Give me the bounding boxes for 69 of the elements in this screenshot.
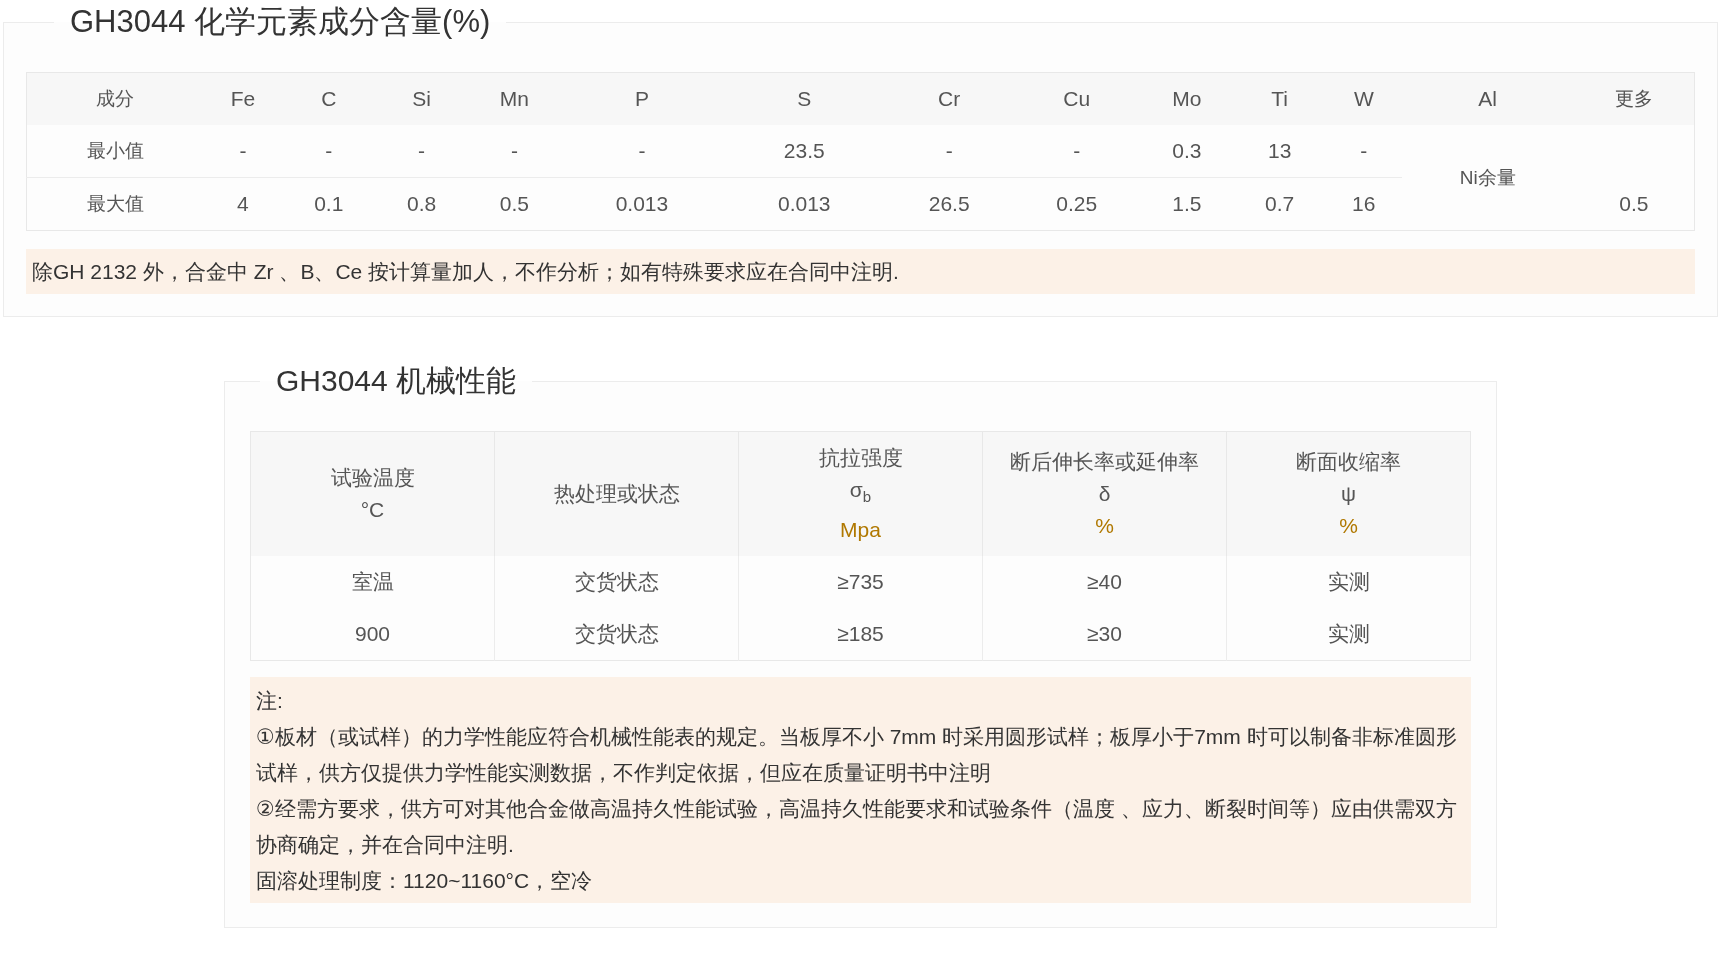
table-cell: - xyxy=(468,125,561,178)
symbol-label: ψ xyxy=(1341,481,1356,507)
column-header: Fe xyxy=(203,72,283,125)
note-text: ①板材（或试样）的力学性能应符合机械性能表的规定。当板厚不小 7mm 时采用圆形试样；板厚小于7mm 时可以制备非标准圆形试样，供方仅提供力学性能实测数据，不作判定依据，但应在质量证明书中注明 xyxy=(256,724,1458,786)
column-header: S xyxy=(723,72,886,125)
table-cell: - xyxy=(885,125,1013,178)
table-cell: 0.1 xyxy=(282,177,376,231)
column-header: 断面收缩率 xyxy=(1296,449,1401,475)
table-cell: ≥185 xyxy=(738,608,983,661)
column-header: 试验温度 xyxy=(330,465,415,491)
row-label: 最大值 xyxy=(26,177,204,231)
table-cell: - xyxy=(1326,125,1402,178)
unit-label: % xyxy=(1339,513,1358,539)
table-cell: 23.5 xyxy=(723,125,886,178)
table-cell: 交货状态 xyxy=(494,608,739,661)
column-header: 成分 xyxy=(26,72,204,125)
column-header: 抗拉强度 xyxy=(818,445,903,472)
table-cell: 0.3 xyxy=(1140,125,1234,178)
note-text: 除GH 2132 外，合金中 Zr 、B、Ce 按计算量加人，不作分析；如有特殊要求应在合同中注明. xyxy=(26,249,1695,294)
table-cell: - xyxy=(375,125,468,178)
table-cell: - xyxy=(1012,125,1141,178)
table-cell: 1.5 xyxy=(1140,177,1234,231)
table-cell: 0.5 xyxy=(1573,177,1695,231)
section-title: GH3044 机械性能 xyxy=(275,363,518,399)
column-header: C xyxy=(282,72,376,125)
table-cell: 13 xyxy=(1233,125,1327,178)
column-header: Mo xyxy=(1140,72,1234,125)
table-cell: - xyxy=(282,125,376,178)
table-cell: 0.8 xyxy=(375,177,468,231)
table-cell: 16 xyxy=(1326,177,1402,231)
table-cell: 26.5 xyxy=(885,177,1013,231)
table-cell: 4 xyxy=(203,177,283,231)
column-header: Mn xyxy=(468,72,561,125)
table-cell: 室温 xyxy=(250,556,495,608)
column-header: 断后伸长率或延伸率 xyxy=(1010,449,1199,475)
symbol-label: δ xyxy=(1098,481,1111,507)
table-cell: ≥735 xyxy=(738,556,983,608)
column-header: Cu xyxy=(1012,72,1141,125)
table-cell: 实测 xyxy=(1226,556,1471,608)
table-cell: ≥40 xyxy=(982,556,1227,608)
section-title: GH3044 化学元素成分含量(%) xyxy=(69,3,492,41)
table-cell: 900 xyxy=(250,608,495,661)
table-cell: 0.013 xyxy=(723,177,886,231)
row-label: 最小值 xyxy=(26,125,204,178)
table-cell: - xyxy=(560,125,724,178)
column-header: W xyxy=(1326,72,1402,125)
column-header: 热处理或状态 xyxy=(553,481,680,507)
table-cell: ≥30 xyxy=(982,608,1227,661)
column-header: 更多 xyxy=(1573,72,1695,125)
column-header: Si xyxy=(375,72,468,125)
symbol-label: σ$_{b}$ xyxy=(849,477,872,508)
column-header: Al xyxy=(1401,72,1574,125)
table-cell: 0.013 xyxy=(560,177,724,231)
symbol-label: °C xyxy=(360,497,385,523)
note-text: ②经需方要求，供方可对其他合金做高温持久性能试验，高温持久性能要求和试验条件（温度 、应力、断裂时间等）应由供需双方协商确定，并在合同中注明. xyxy=(256,796,1458,858)
unit-label: Mpa xyxy=(840,516,881,543)
table-cell: 0.25 xyxy=(1012,177,1141,231)
table-cell: 实测 xyxy=(1226,608,1471,661)
table-cell: - xyxy=(203,125,283,178)
table-cell: 0.5 xyxy=(468,177,561,231)
table-cell: Ni余量 xyxy=(1401,125,1574,231)
unit-label: % xyxy=(1095,513,1114,539)
table-cell: 0.7 xyxy=(1233,177,1327,231)
note-text: 固溶处理制度：1120~1160°C，空冷 xyxy=(256,868,594,894)
column-header: P xyxy=(560,72,724,125)
column-header: Cr xyxy=(885,72,1013,125)
table-cell: 交货状态 xyxy=(494,556,739,608)
note-text: 注: xyxy=(256,688,284,714)
column-header: Ti xyxy=(1233,72,1327,125)
